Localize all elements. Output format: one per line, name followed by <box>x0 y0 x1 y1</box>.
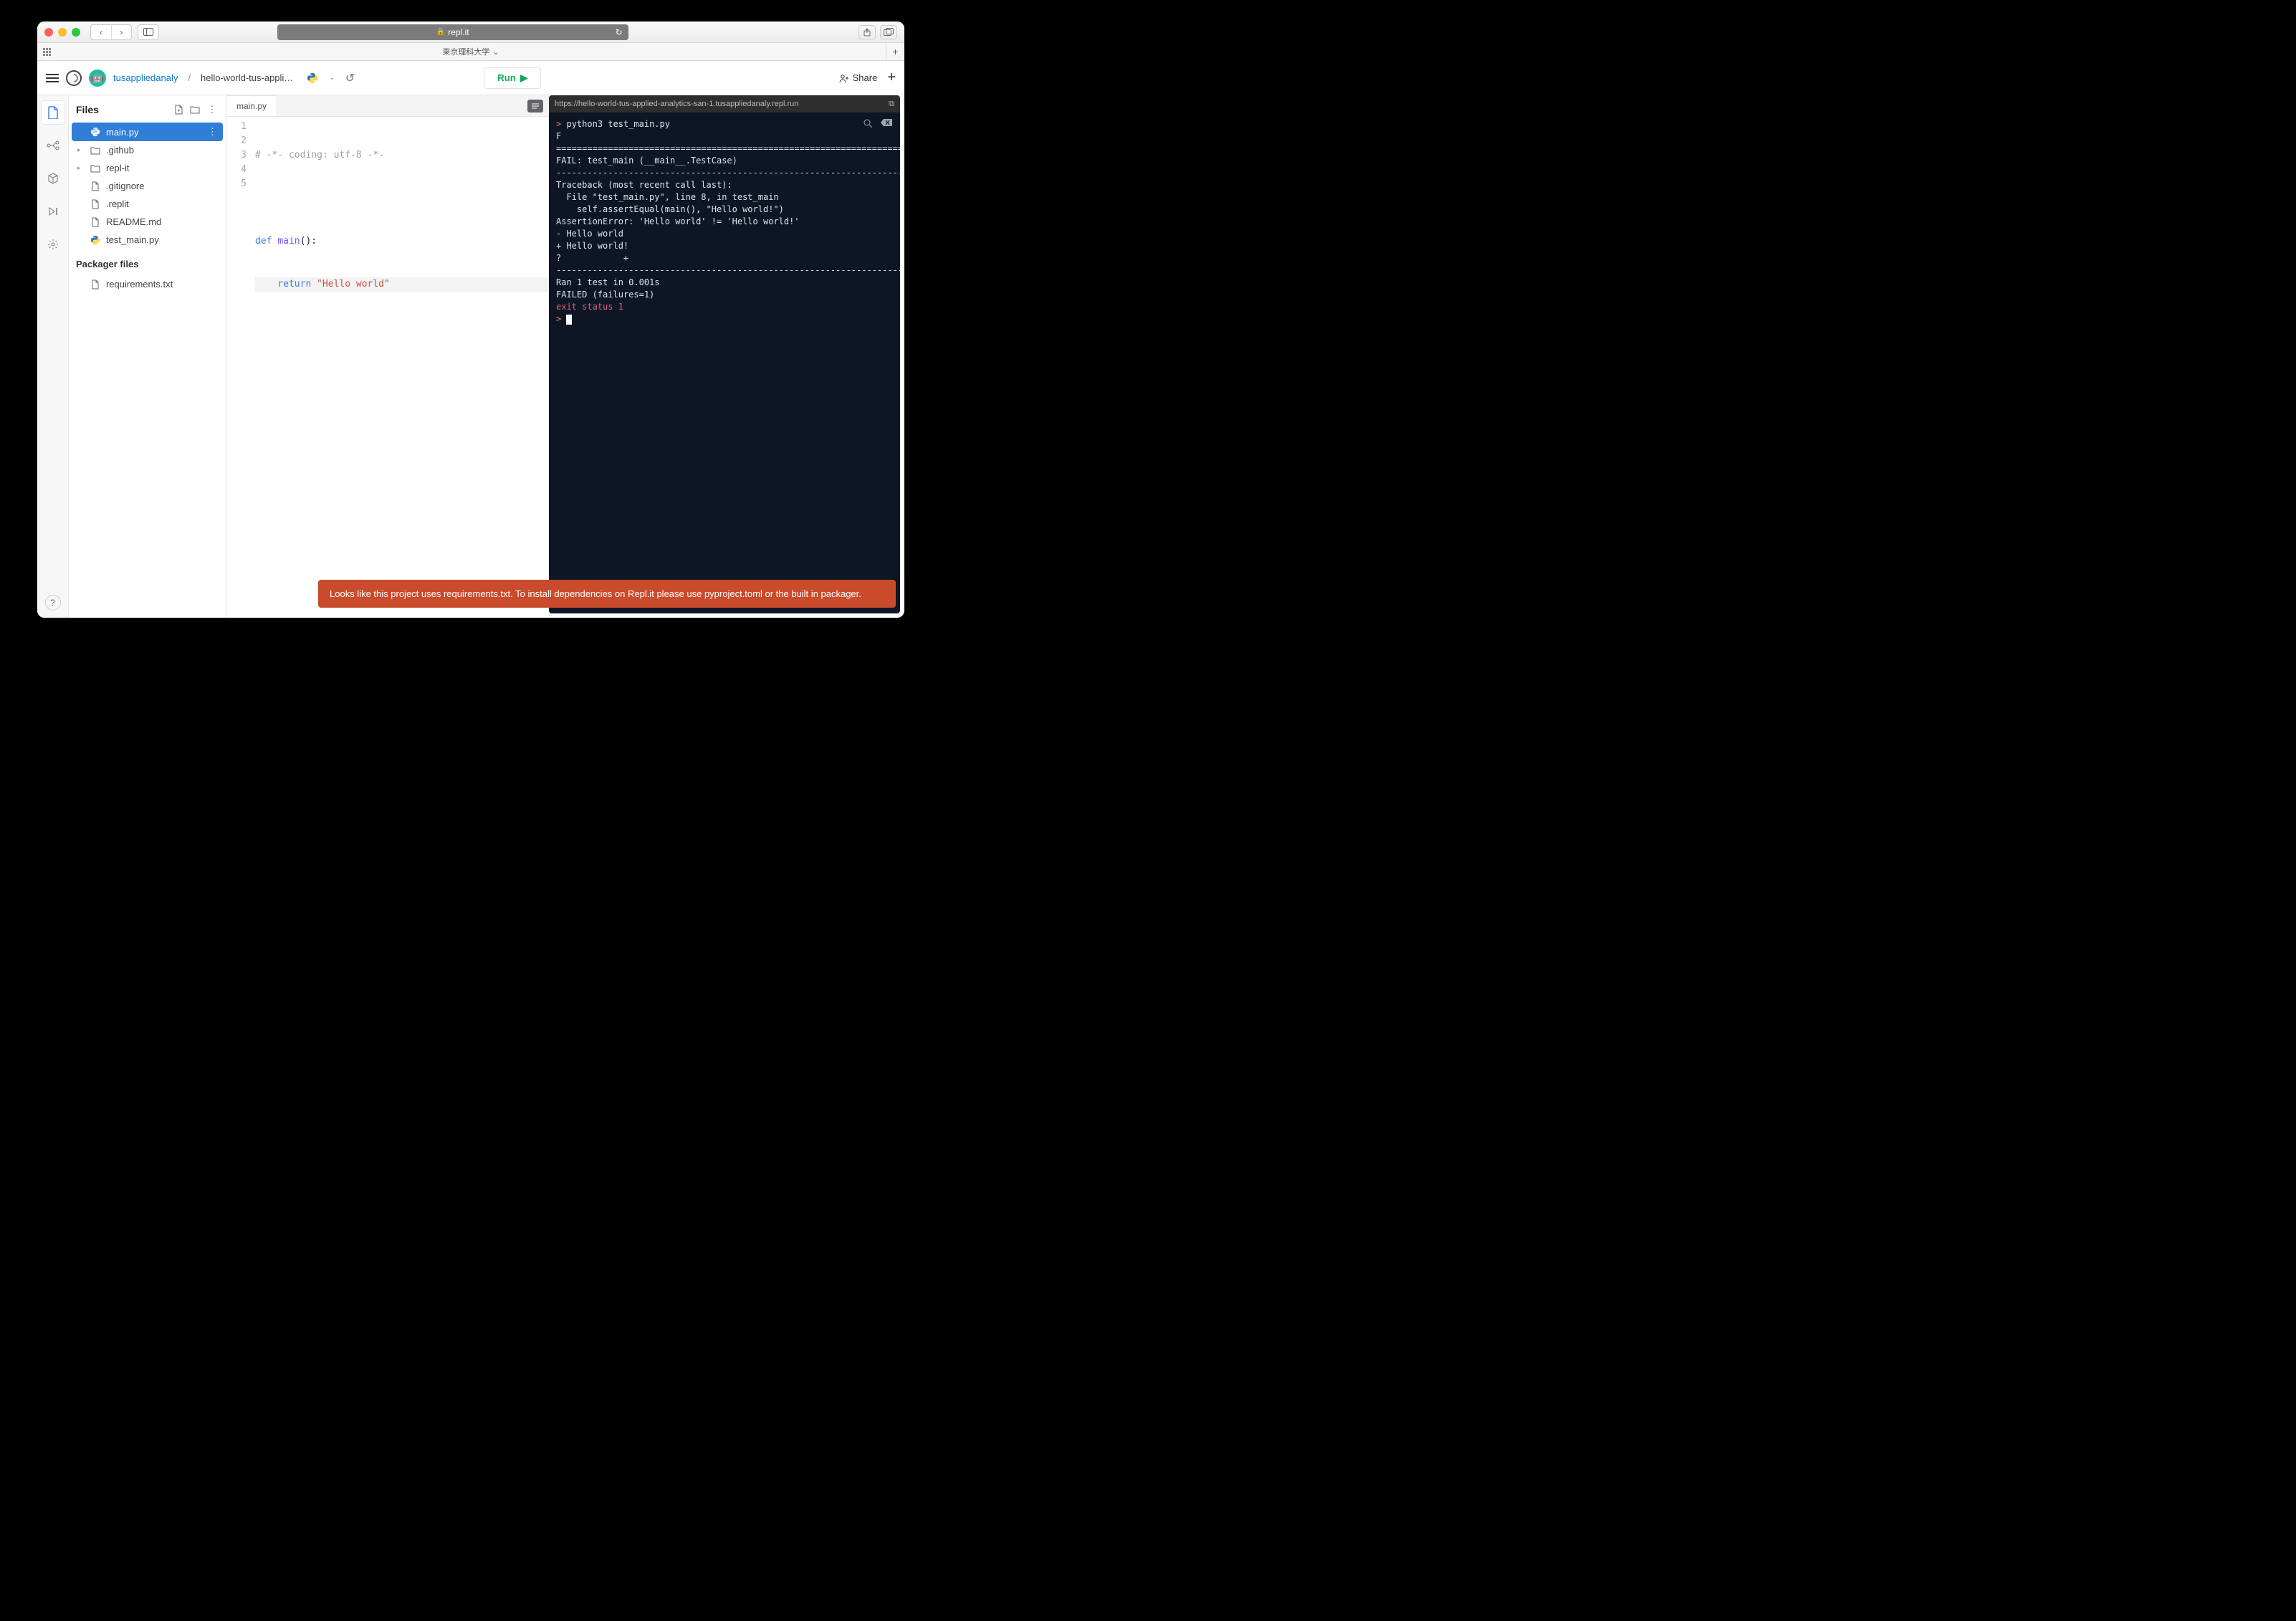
back-button[interactable]: ‹ <box>91 25 111 39</box>
run-button[interactable]: Run ▶ <box>484 67 541 89</box>
user-avatar[interactable]: 🤖 <box>89 70 106 87</box>
folder-icon <box>90 163 100 173</box>
favorites-dropdown[interactable]: 東京理科大学 ⌄ <box>442 46 499 57</box>
files-title: Files <box>76 104 171 115</box>
file-name: repl-it <box>106 163 130 173</box>
reload-icon[interactable]: ↻ <box>616 27 623 37</box>
file-name: test_main.py <box>106 234 159 245</box>
play-icon: ▶ <box>520 72 527 84</box>
url-bar[interactable]: 🔒 repl.it ↻ <box>277 24 628 40</box>
file-more-icon[interactable]: ⋮ <box>208 126 217 138</box>
file-icon <box>90 279 100 290</box>
file-icon <box>90 217 100 227</box>
file-icon <box>90 181 100 191</box>
file-name: requirements.txt <box>106 279 173 290</box>
caret-icon: ▸ <box>77 146 85 154</box>
file-row--github[interactable]: ▸ .github <box>72 141 223 159</box>
console-url-text: https://hello-world-tus-applied-analytic… <box>555 100 798 108</box>
new-folder-button[interactable] <box>190 105 203 114</box>
python-file-icon <box>90 127 100 137</box>
breadcrumb-user[interactable]: tusappliedanaly <box>113 72 178 83</box>
console[interactable]: > python3 test_main.py F================… <box>549 113 900 613</box>
file-row-requirements-txt[interactable]: requirements.txt <box>72 275 223 293</box>
tab-main-py[interactable]: main.py <box>226 95 277 116</box>
packager-list: requirements.txt <box>69 272 226 296</box>
lock-icon: 🔒 <box>436 28 445 36</box>
console-clear-icon[interactable] <box>880 118 893 128</box>
share-button[interactable]: Share <box>839 72 878 83</box>
file-list: main.py ⋮ ▸ .github ▸ repl-it .gitignore .repli… <box>69 120 226 252</box>
file-row-repl-it[interactable]: ▸ repl-it <box>72 159 223 177</box>
files-more-button[interactable]: ⋮ <box>206 104 219 115</box>
file-name: main.py <box>106 127 139 138</box>
files-header: Files ⋮ <box>69 100 226 120</box>
safari-window: ‹ › 🔒 repl.it ↻ 東京理科大学 ⌄ + <box>37 21 904 618</box>
help-button[interactable]: ? <box>45 595 61 611</box>
menu-button[interactable] <box>46 74 59 82</box>
share-label: Share <box>853 72 878 83</box>
output-panel: https://hello-world-tus-applied-analytic… <box>549 95 900 613</box>
breadcrumb-project[interactable]: hello-world-tus-appli… <box>201 72 293 83</box>
rail-files[interactable] <box>42 101 64 124</box>
minimize-window-button[interactable] <box>58 28 67 37</box>
close-window-button[interactable] <box>44 28 53 37</box>
new-repl-button[interactable]: + <box>887 70 896 86</box>
rail-packages[interactable] <box>42 167 64 190</box>
file-name: .gitignore <box>106 181 144 191</box>
rail-debugger[interactable] <box>42 200 64 223</box>
maximize-window-button[interactable] <box>72 28 80 37</box>
python-file-icon <box>90 235 100 245</box>
markdown-preview-button[interactable] <box>527 100 543 113</box>
nav-buttons: ‹ › <box>90 24 132 40</box>
toast-warning[interactable]: Looks like this project uses requirement… <box>318 580 896 608</box>
console-search-icon[interactable] <box>863 118 873 128</box>
files-panel: Files ⋮ main.py ⋮ ▸ .github ▸ repl-it .gitigno… <box>69 95 226 618</box>
file-row-README-md[interactable]: README.md <box>72 213 223 231</box>
file-row--replit[interactable]: .replit <box>72 195 223 213</box>
rail-version-control[interactable] <box>42 134 64 157</box>
replit-logo[interactable] <box>66 70 82 86</box>
app-header: 🤖 tusappliedanaly / hello-world-tus-appl… <box>37 61 904 95</box>
file-row--gitignore[interactable]: .gitignore <box>72 177 223 195</box>
file-name: .replit <box>106 199 129 209</box>
file-name: README.md <box>106 216 161 227</box>
open-external-icon[interactable]: ⧉ <box>889 100 894 109</box>
editor-tabs: main.py <box>226 95 549 117</box>
browser-toolbar: ‹ › 🔒 repl.it ↻ <box>37 21 904 43</box>
file-row-main-py[interactable]: main.py ⋮ <box>72 123 223 141</box>
apps-icon[interactable] <box>43 48 51 56</box>
console-url-bar[interactable]: https://hello-world-tus-applied-analytic… <box>549 95 900 113</box>
app-body: ? Files ⋮ main.py ⋮ ▸ .github ▸ repl-it .gitig… <box>37 95 904 618</box>
editor-panel: main.py 12345 # -*- coding: utf-8 -*- de… <box>226 95 549 618</box>
folder-icon <box>90 145 100 156</box>
new-file-button[interactable] <box>174 105 187 115</box>
packager-section-label: Packager files <box>69 252 226 272</box>
sidebar-icon <box>138 25 158 39</box>
bookmarks-bar: 東京理科大学 ⌄ + <box>37 43 904 61</box>
code-content: # -*- coding: utf-8 -*- def main(): retu… <box>252 117 549 618</box>
line-gutter: 12345 <box>226 117 252 618</box>
url-text: repl.it <box>448 27 469 37</box>
breadcrumb-sep: / <box>188 72 191 83</box>
file-name: .github <box>106 145 134 156</box>
favorites-label: 東京理科大学 <box>442 46 489 57</box>
side-rail: ? <box>37 95 69 618</box>
file-row-test_main-py[interactable]: test_main.py <box>72 231 223 249</box>
history-button[interactable]: ↺ <box>345 71 355 85</box>
language-dropdown[interactable]: ⌄ <box>329 74 335 82</box>
caret-icon: ▸ <box>77 164 85 172</box>
new-tab-button[interactable]: + <box>886 43 904 61</box>
code-editor[interactable]: 12345 # -*- coding: utf-8 -*- def main()… <box>226 117 549 618</box>
tabs-browser-button[interactable] <box>880 25 897 39</box>
rail-settings[interactable] <box>42 233 64 256</box>
share-browser-button[interactable] <box>858 25 876 39</box>
window-controls <box>44 28 80 37</box>
forward-button[interactable]: › <box>111 25 131 39</box>
python-icon <box>306 72 319 85</box>
chevron-down-icon: ⌄ <box>492 47 499 57</box>
file-icon <box>90 199 100 209</box>
sidebar-toggle[interactable] <box>138 24 159 40</box>
run-label: Run <box>497 72 516 83</box>
people-icon <box>839 73 849 83</box>
